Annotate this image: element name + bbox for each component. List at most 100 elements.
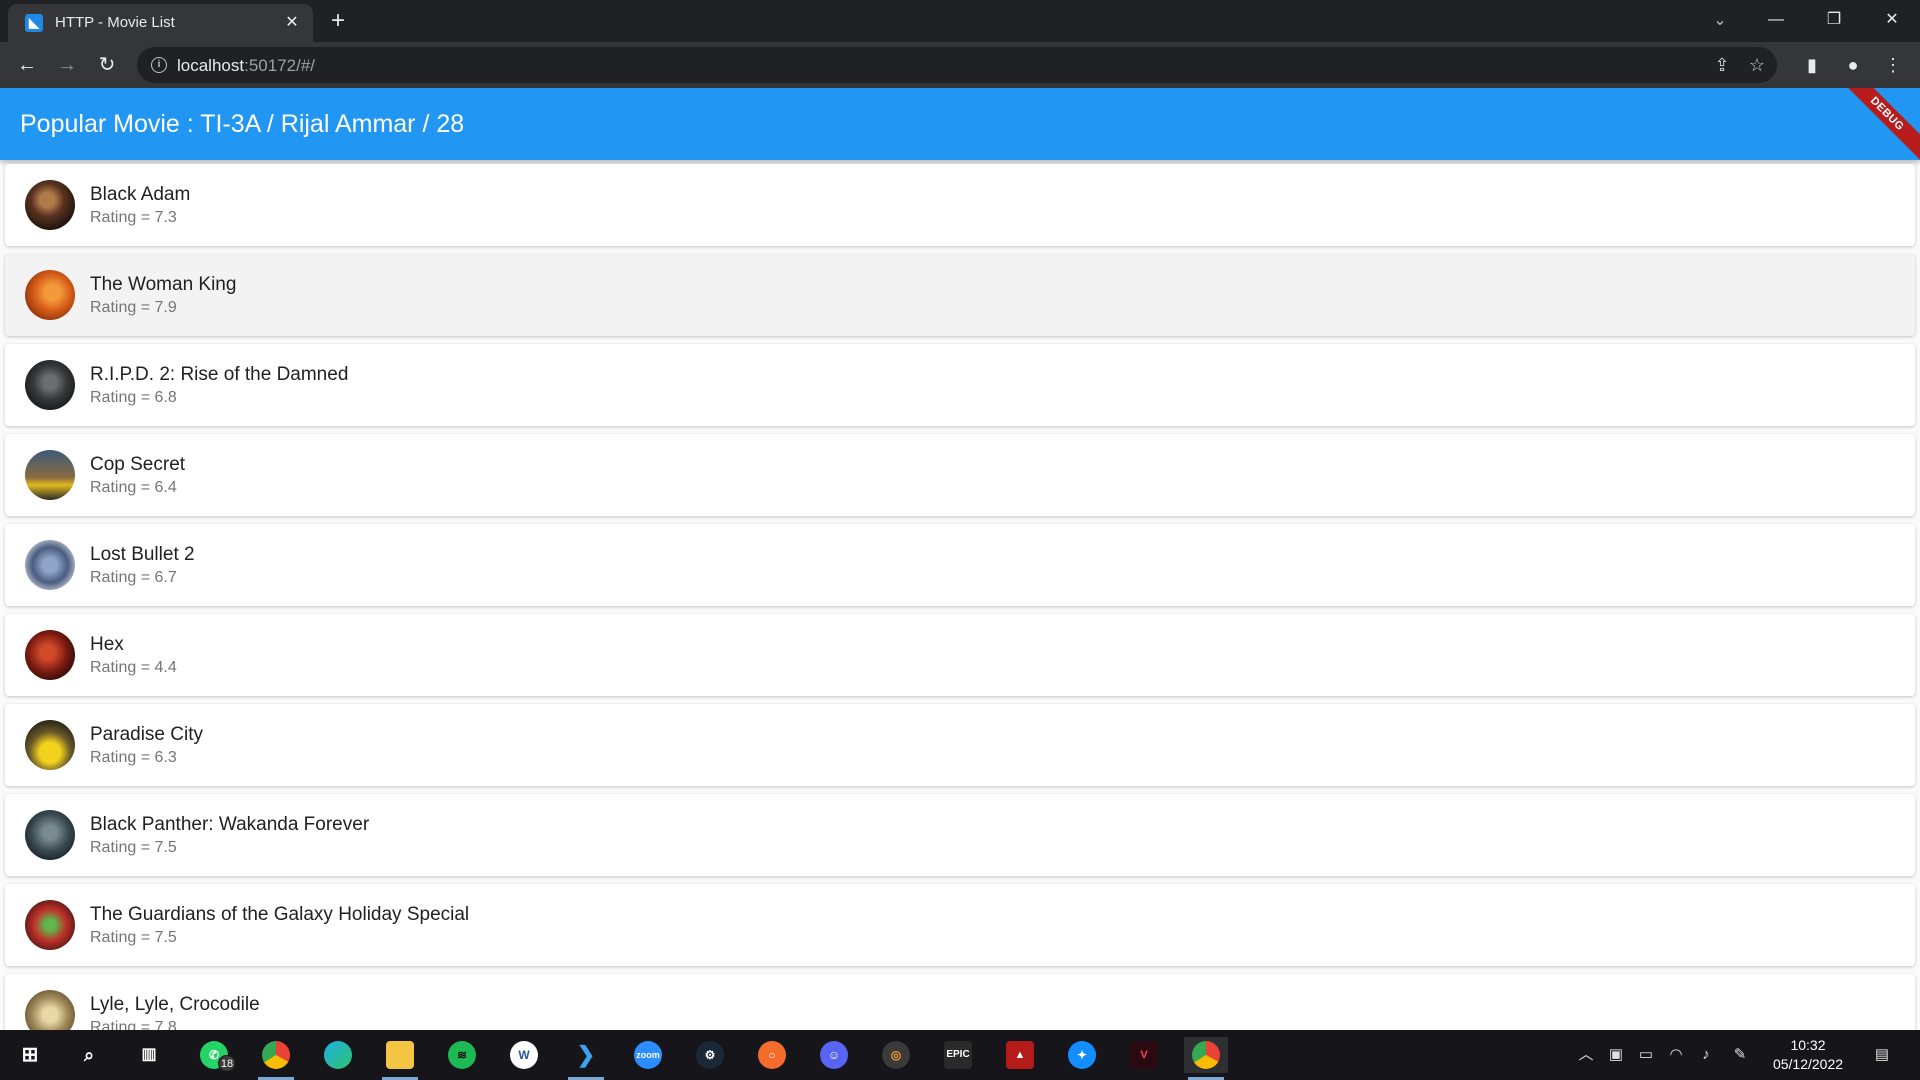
- clock-time: 10:32: [1790, 1037, 1826, 1053]
- movie-card[interactable]: The Guardians of the Galaxy Holiday Spec…: [5, 884, 1915, 966]
- browser-toolbar: ← → ↻ i localhost:50172/#/ ⇪ ☆ ▮ ● ⋮: [0, 42, 1920, 88]
- movie-card[interactable]: The Woman King Rating = 7.9: [5, 254, 1915, 336]
- reload-icon[interactable]: ↻: [91, 49, 123, 81]
- discord-icon: ☺: [820, 1041, 848, 1069]
- taskbar-battlenet[interactable]: ✦: [1060, 1037, 1104, 1073]
- taskbar-chrome-whatsapp[interactable]: [254, 1037, 298, 1080]
- taskbar-file-explorer[interactable]: [378, 1037, 422, 1080]
- movie-title: The Guardians of the Galaxy Holiday Spec…: [90, 904, 470, 925]
- page-title: Popular Movie : TI-3A / Rijal Ammar / 28: [20, 110, 465, 138]
- start-button[interactable]: ⊞: [8, 1037, 52, 1073]
- profile-avatar-icon[interactable]: ●: [1837, 49, 1869, 81]
- valorant-icon: V: [1130, 1041, 1158, 1069]
- taskbar-spotify[interactable]: ≋: [440, 1037, 484, 1073]
- edge-icon: [324, 1041, 352, 1069]
- taskbar-word[interactable]: W: [502, 1037, 546, 1073]
- movie-card[interactable]: Lost Bullet 2 Rating = 6.7: [5, 524, 1915, 606]
- taskbar-steam[interactable]: ⚙: [688, 1037, 732, 1073]
- steam-icon: ⚙: [696, 1041, 724, 1069]
- movie-title: Hex: [90, 634, 124, 655]
- window-restore-button[interactable]: ❐: [1806, 0, 1862, 40]
- movie-card[interactable]: R.I.P.D. 2: Rise of the Damned Rating = …: [5, 344, 1915, 426]
- side-panel-icon[interactable]: ▮: [1796, 49, 1828, 81]
- taskbar-zoom[interactable]: zoom: [626, 1037, 670, 1073]
- taskbar-chrome[interactable]: [1184, 1037, 1228, 1080]
- movie-rating: Rating = 7.3: [90, 209, 177, 226]
- movie-poster-avatar: [25, 990, 75, 1030]
- zoom-icon: zoom: [634, 1041, 662, 1069]
- debug-banner: DEBUG: [1834, 88, 1920, 160]
- movie-card[interactable]: Black Panther: Wakanda Forever Rating = …: [5, 794, 1915, 876]
- movie-poster-avatar: [25, 810, 75, 860]
- taskbar-whatsapp[interactable]: ✆ 18: [192, 1037, 236, 1073]
- overwatch-icon: ◎: [882, 1041, 910, 1069]
- movie-rating: Rating = 7.8: [90, 1019, 177, 1030]
- vscode-icon: ❯: [576, 1042, 596, 1067]
- movie-poster-avatar: [25, 360, 75, 410]
- taskbar-valorant[interactable]: V: [1122, 1037, 1166, 1073]
- browser-tab-bar: ◣ HTTP - Movie List ✕ + ⌄ — ❐ ✕: [0, 0, 1920, 42]
- origin-icon: ○: [758, 1041, 786, 1069]
- movie-title: Black Adam: [90, 184, 191, 205]
- windows-taskbar: ⊞ ⌕ ▥ ✆ 18 ≋ W ❯ zoom ⚙ ○ ☺ ◎ EPIC ▲ ✦ V…: [0, 1030, 1920, 1080]
- address-bar[interactable]: i localhost:50172/#/ ⇪ ☆: [137, 47, 1777, 83]
- taskbar-vscode[interactable]: ❯: [564, 1037, 608, 1080]
- tray-display-icon[interactable]: ▣: [1604, 1043, 1628, 1067]
- task-view-button[interactable]: ▥: [127, 1037, 171, 1073]
- windows-logo-icon: ⊞: [21, 1044, 39, 1066]
- tray-overflow-chevron-icon[interactable]: ︿: [1574, 1043, 1598, 1067]
- movie-title: Lost Bullet 2: [90, 544, 195, 565]
- taskbar-discord[interactable]: ☺: [812, 1037, 856, 1073]
- movie-card[interactable]: Paradise City Rating = 6.3: [5, 704, 1915, 786]
- search-button[interactable]: ⌕: [67, 1037, 111, 1073]
- movie-title: Cop Secret: [90, 454, 186, 475]
- tab-close-icon[interactable]: ✕: [281, 12, 303, 34]
- new-tab-button[interactable]: +: [325, 8, 351, 34]
- movie-title: Black Panther: Wakanda Forever: [90, 814, 370, 835]
- share-icon[interactable]: ⇪: [1708, 51, 1736, 79]
- movie-card[interactable]: Black Adam Rating = 7.3: [5, 164, 1915, 246]
- movie-title: Paradise City: [90, 724, 203, 745]
- browser-tab-active[interactable]: ◣ HTTP - Movie List ✕: [8, 4, 313, 42]
- movie-poster-avatar: [25, 630, 75, 680]
- movie-title: Lyle, Lyle, Crocodile: [90, 994, 260, 1015]
- taskbar-edge[interactable]: [316, 1037, 360, 1073]
- notification-center-icon[interactable]: ▤: [1870, 1043, 1894, 1067]
- movie-list[interactable]: Black Adam Rating = 7.3 The Woman King R…: [0, 160, 1920, 1030]
- taskbar-clock[interactable]: 10:32 05/12/2022: [1748, 1036, 1868, 1074]
- epic-games-icon: EPIC: [944, 1041, 972, 1069]
- movie-rating: Rating = 7.5: [90, 839, 177, 856]
- battery-icon[interactable]: ▭: [1634, 1043, 1658, 1067]
- movie-card[interactable]: Hex Rating = 4.4: [5, 614, 1915, 696]
- taskbar-origin[interactable]: ○: [750, 1037, 794, 1073]
- back-arrow-icon[interactable]: ←: [11, 49, 43, 81]
- clock-date: 05/12/2022: [1772, 1056, 1844, 1072]
- volume-icon[interactable]: ♪: [1694, 1043, 1718, 1067]
- taskbar-game-launcher[interactable]: ▲: [998, 1037, 1042, 1073]
- taskbar-overwatch[interactable]: ◎: [874, 1037, 918, 1073]
- window-close-button[interactable]: ✕: [1864, 0, 1920, 40]
- tab-search-chevron-icon[interactable]: ⌄: [1707, 8, 1733, 34]
- movie-rating: Rating = 6.3: [90, 749, 177, 766]
- forward-arrow-icon[interactable]: →: [51, 49, 83, 81]
- movie-poster-avatar: [25, 900, 75, 950]
- site-info-icon[interactable]: i: [151, 57, 167, 73]
- chrome-menu-icon[interactable]: ⋮: [1877, 49, 1909, 81]
- game-launcher-icon: ▲: [1006, 1041, 1034, 1069]
- folder-icon: [386, 1041, 414, 1069]
- movie-title: The Woman King: [90, 274, 237, 295]
- movie-rating: Rating = 6.7: [90, 569, 177, 586]
- document-app-icon: W: [510, 1041, 538, 1069]
- movie-card[interactable]: Lyle, Lyle, Crocodile Rating = 7.8: [5, 974, 1915, 1030]
- movie-rating: Rating = 4.4: [90, 659, 177, 676]
- bookmark-star-icon[interactable]: ☆: [1743, 51, 1771, 79]
- taskbar-epic-games[interactable]: EPIC: [936, 1037, 980, 1073]
- movie-card[interactable]: Cop Secret Rating = 6.4: [5, 434, 1915, 516]
- wifi-icon[interactable]: ◠: [1664, 1043, 1688, 1067]
- movie-title: R.I.P.D. 2: Rise of the Damned: [90, 364, 349, 385]
- flutter-favicon-icon: ◣: [25, 14, 43, 32]
- url-text[interactable]: localhost:50172/#/: [177, 56, 315, 76]
- movie-poster-avatar: [25, 450, 75, 500]
- window-minimize-button[interactable]: —: [1748, 0, 1804, 40]
- movie-rating: Rating = 6.8: [90, 389, 177, 406]
